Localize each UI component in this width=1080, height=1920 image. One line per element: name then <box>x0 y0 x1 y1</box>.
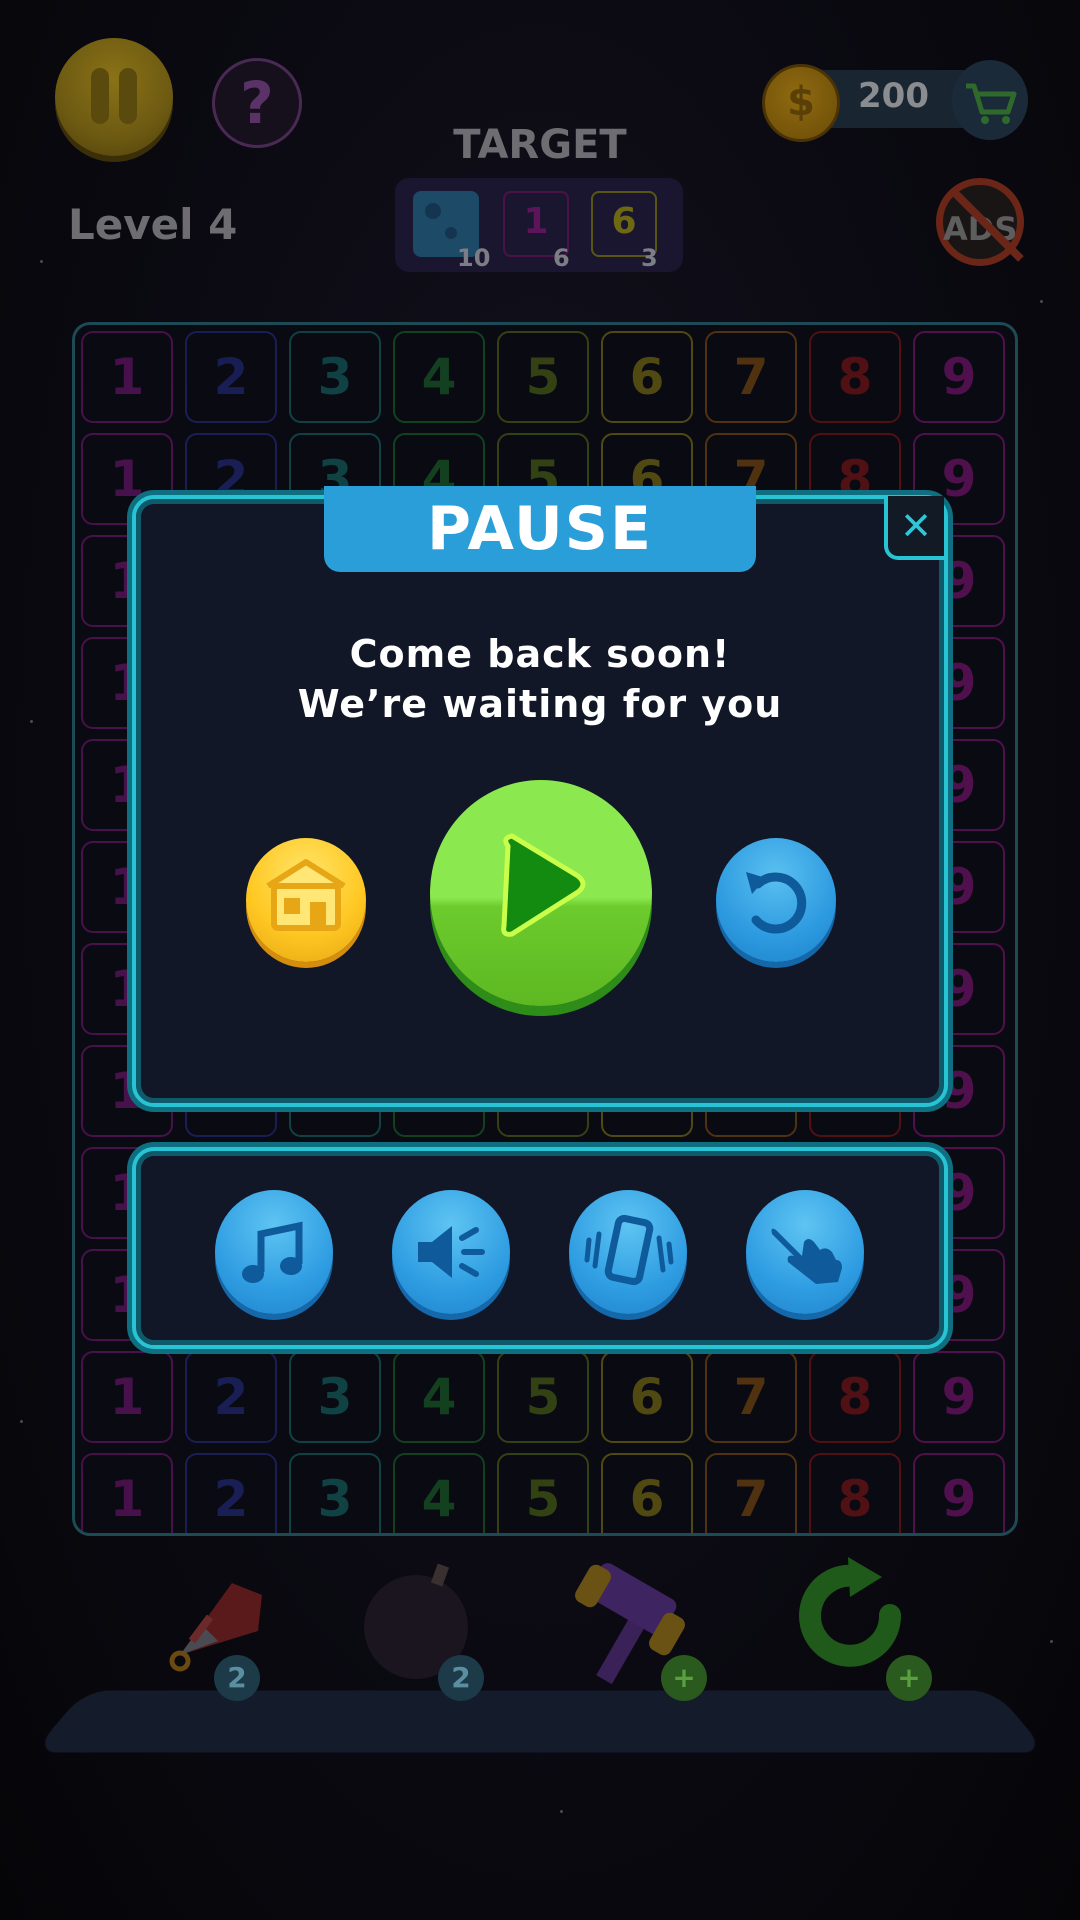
vibration-toggle-button[interactable] <box>569 1190 687 1314</box>
board-cell[interactable]: 1 <box>81 1453 173 1533</box>
board-cell[interactable]: 3 <box>289 1453 381 1533</box>
bomb-booster[interactable]: 2 <box>350 1555 484 1701</box>
board-cell[interactable]: 6 <box>601 1453 693 1533</box>
music-icon <box>242 1221 303 1283</box>
star <box>40 260 43 263</box>
hint-hand-icon <box>771 1228 842 1284</box>
board-cell[interactable]: 4 <box>393 1453 485 1533</box>
remove-ads-button[interactable]: ADS <box>936 178 1024 266</box>
close-button[interactable]: ✕ <box>884 496 944 560</box>
play-icon <box>501 833 586 937</box>
sound-icon <box>418 1226 485 1278</box>
board-cell[interactable]: 9 <box>913 1351 1005 1443</box>
board-cell[interactable]: 3 <box>289 1351 381 1443</box>
close-icon: ✕ <box>900 504 932 548</box>
board-cell[interactable]: 4 <box>393 1351 485 1443</box>
board-cell[interactable]: 1 <box>81 1351 173 1443</box>
star <box>560 1810 563 1813</box>
sound-toggle-button[interactable] <box>392 1190 510 1314</box>
target-number: 1 <box>523 201 549 242</box>
hint-toggle-button[interactable] <box>746 1190 864 1314</box>
board-cell[interactable]: 1 <box>81 331 173 423</box>
board-cell[interactable]: 6 <box>601 331 693 423</box>
home-button[interactable] <box>246 838 366 962</box>
board-cell[interactable]: 3 <box>289 331 381 423</box>
board-cell[interactable]: 7 <box>705 331 797 423</box>
board-cell[interactable]: 2 <box>185 1351 277 1443</box>
booster-add[interactable]: + <box>886 1655 932 1701</box>
target-number: 6 <box>611 201 637 242</box>
board-cell[interactable]: 8 <box>809 331 901 423</box>
music-toggle-button[interactable] <box>215 1190 333 1314</box>
target-count: 10 <box>457 244 491 272</box>
board-cell[interactable]: 7 <box>705 1453 797 1533</box>
board-cell[interactable]: 5 <box>497 1351 589 1443</box>
pause-title: PAUSE <box>324 486 756 572</box>
coin-value: 200 <box>858 76 929 116</box>
booster-add[interactable]: + <box>661 1655 707 1701</box>
board-cell[interactable]: 2 <box>185 331 277 423</box>
pause-message-line2: We’re waiting for you <box>297 682 783 726</box>
board-cell[interactable]: 2 <box>185 1453 277 1533</box>
target-count: 3 <box>641 244 658 272</box>
board-cell[interactable]: 8 <box>809 1351 901 1443</box>
booster-tray <box>32 1690 1048 1753</box>
board-cell[interactable]: 4 <box>393 331 485 423</box>
pause-icon-bar <box>119 68 137 124</box>
resume-play-button[interactable] <box>430 780 652 1006</box>
star <box>1040 300 1043 303</box>
booster-count: 2 <box>214 1655 260 1701</box>
board-cell[interactable]: 5 <box>497 331 589 423</box>
board-cell[interactable]: 9 <box>913 1453 1005 1533</box>
booster-count: 2 <box>438 1655 484 1701</box>
board-cell[interactable]: 5 <box>497 1453 589 1533</box>
vibration-icon <box>584 1214 674 1286</box>
home-icon <box>266 859 346 931</box>
level-label: Level 4 <box>68 200 238 249</box>
target-panel: 10 1 6 6 3 <box>395 178 683 272</box>
restart-icon <box>746 872 807 934</box>
pause-icon <box>91 68 109 124</box>
star <box>20 1420 23 1423</box>
restart-button[interactable] <box>716 838 836 962</box>
board-cell[interactable]: 8 <box>809 1453 901 1533</box>
target-count: 6 <box>553 244 570 272</box>
star <box>1050 1640 1053 1643</box>
shuffle-booster[interactable]: + <box>790 1555 932 1701</box>
hammer-booster[interactable]: + <box>565 1555 707 1701</box>
board-cell[interactable]: 7 <box>705 1351 797 1443</box>
board-cell[interactable]: 9 <box>913 331 1005 423</box>
board-cell[interactable]: 6 <box>601 1351 693 1443</box>
pause-message-line1: Come back soon! <box>349 632 731 676</box>
rocket-booster[interactable]: 2 <box>140 1555 270 1701</box>
target-title: TARGET <box>453 122 627 168</box>
star <box>30 720 33 723</box>
